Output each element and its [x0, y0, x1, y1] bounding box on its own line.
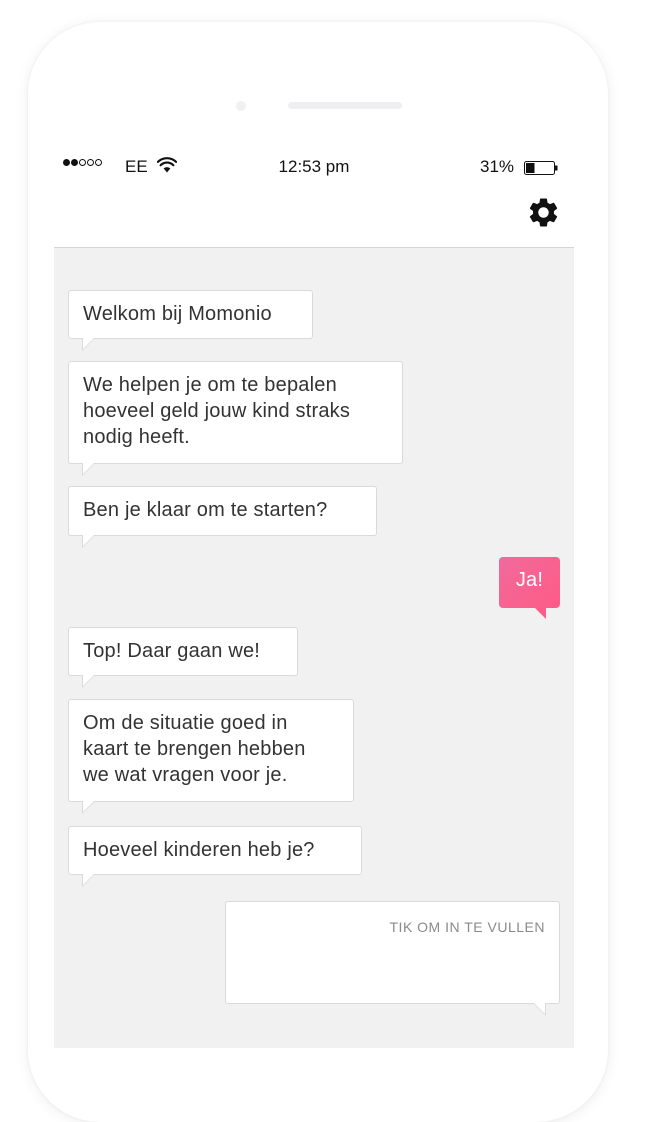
answer-input-bubble[interactable]: TIK OM IN TE VULLEN: [225, 901, 560, 1016]
battery-icon: [524, 161, 558, 175]
top-nav-bar: [54, 188, 574, 248]
user-message: Ja!: [499, 557, 560, 619]
bot-message: Welkom bij Momonio: [68, 290, 313, 351]
screen: EE 12:53 pm 31% Welkom bij Momonio We he…: [54, 148, 574, 1048]
chat-area[interactable]: Welkom bij Momonio We helpen je om te be…: [54, 248, 574, 1048]
bot-message: Hoeveel kinderen heb je?: [68, 826, 362, 887]
gear-icon[interactable]: [526, 195, 561, 230]
earpiece-speaker: [288, 102, 402, 109]
battery-percentage: 31%: [480, 157, 515, 176]
input-hint: TIK OM IN TE VULLEN: [389, 919, 545, 935]
bot-message: Ben je klaar om te starten?: [68, 486, 377, 548]
bot-message: Om de situatie goed in kaart te brengen …: [68, 699, 354, 814]
status-bar: EE 12:53 pm 31%: [54, 148, 574, 188]
bot-message: We helpen je om te bepalen hoeveel geld …: [68, 361, 403, 476]
front-camera: [236, 101, 246, 111]
bot-message: Top! Daar gaan we!: [68, 627, 298, 688]
